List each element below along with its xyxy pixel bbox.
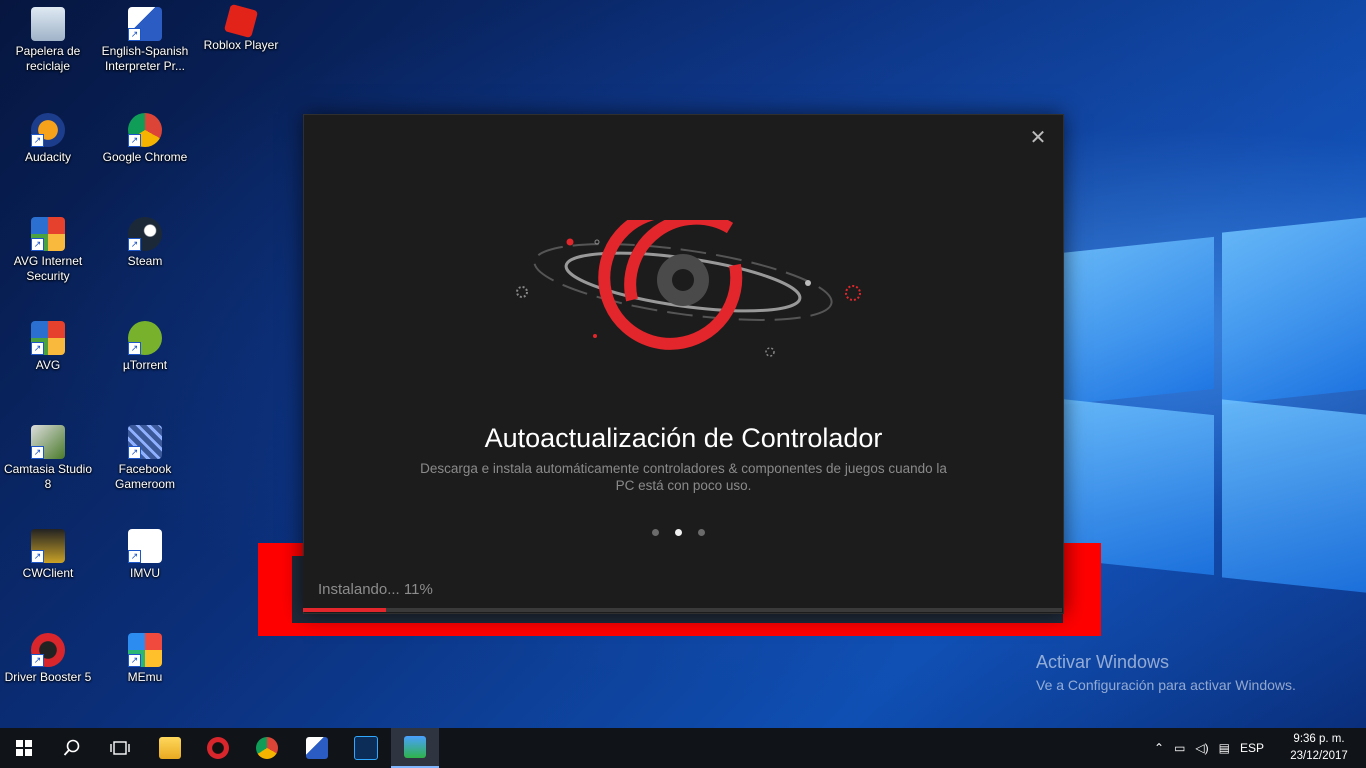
desktop-icon-driver-booster[interactable]: ↗ Driver Booster 5: [1, 633, 95, 685]
particle-dot: [805, 280, 811, 286]
close-button[interactable]: ✕: [1027, 127, 1049, 149]
recycle-bin-icon: [31, 7, 65, 41]
steam-icon: ↗: [128, 217, 162, 251]
desktop-icon-label: Camtasia Studio 8: [3, 462, 93, 491]
desktop-icon-recycle-bin[interactable]: Papelera de reciclaje: [1, 7, 95, 74]
auto-update-illustration: [516, 220, 861, 357]
desktop-icon-avg[interactable]: ↗ AVG: [1, 321, 95, 373]
gear-hole: [672, 269, 694, 291]
chrome-icon: [256, 737, 278, 759]
imvu-icon: ↗: [128, 529, 162, 563]
particle-dot: [566, 238, 574, 246]
desktop-icon-label: MEmu: [127, 670, 163, 684]
desktop-icon-label: Steam: [127, 254, 163, 268]
audacity-icon: ↗: [31, 113, 65, 147]
clock-time: 9:36 p. m.: [1293, 733, 1345, 745]
desktop-icon-label: Driver Booster 5: [4, 670, 92, 684]
carousel-dot[interactable]: [675, 529, 682, 536]
windows-logo-pane: [1222, 217, 1366, 405]
memu-icon: ↗: [128, 633, 162, 667]
taskbar-chrome[interactable]: [243, 728, 291, 768]
sparkle-icon: [845, 285, 861, 301]
clock-date: 23/12/2017: [1290, 750, 1348, 762]
progress-bar-track: [303, 608, 1062, 612]
carousel-dot[interactable]: [652, 529, 659, 536]
installer-icon: [404, 736, 426, 758]
interpreter-icon: [306, 737, 328, 759]
task-view-button[interactable]: [96, 728, 144, 768]
driver-booster-icon: [207, 737, 229, 759]
chevron-up-icon[interactable]: ⌃: [1154, 741, 1164, 755]
progress-bar-fill: [303, 608, 387, 612]
desktop-icon-label: Roblox Player: [203, 38, 279, 52]
desktop-icon-facebook-gameroom[interactable]: ↗ Facebook Gameroom: [98, 425, 192, 492]
task-view-icon: [110, 741, 130, 755]
search-icon: [63, 739, 80, 756]
particle-dot: [593, 334, 597, 338]
taskbar-driver-booster[interactable]: [194, 728, 242, 768]
driver-booster-icon: ↗: [31, 633, 65, 667]
desktop-icon-roblox[interactable]: Roblox Player: [194, 3, 288, 53]
chrome-icon: ↗: [128, 113, 162, 147]
activation-watermark-subtitle: Ve a Configuración para activar Windows.: [1036, 677, 1296, 693]
system-tray: ⌃ ▭ ◁) ▤ ESP: [1154, 728, 1264, 768]
desktop-icon-label: Audacity: [24, 150, 72, 164]
windows-start-icon: [16, 740, 32, 756]
desktop-icon-avg-internet-security[interactable]: ↗ AVG Internet Security: [1, 217, 95, 284]
feature-description: Descarga e instala automáticamente contr…: [420, 461, 947, 493]
search-button[interactable]: [48, 728, 96, 768]
carousel-dots: [652, 529, 705, 536]
close-icon: ✕: [1029, 127, 1047, 149]
desktop-icon-label: Papelera de reciclaje: [15, 44, 81, 73]
desktop-icon-chrome[interactable]: ↗ Google Chrome: [98, 113, 192, 165]
desktop-icon-cwclient[interactable]: ↗ CWClient: [1, 529, 95, 581]
desktop-icon-steam[interactable]: ↗ Steam: [98, 217, 192, 269]
folder-icon: [159, 737, 181, 759]
desktop-icon-label: CWClient: [22, 566, 74, 580]
clock[interactable]: 9:36 p. m. 23/12/2017: [1284, 731, 1354, 765]
install-progress-panel: Instalando... 11%: [303, 556, 1062, 612]
start-button[interactable]: [0, 728, 48, 768]
language-indicator[interactable]: ESP: [1240, 741, 1264, 755]
driver-booster-dialog: ✕ Autoactualización de Controlador Desca…: [303, 114, 1064, 614]
desktop-icon-english-spanish[interactable]: ↗ English-Spanish Interpreter Pr...: [98, 7, 192, 74]
cwclient-icon: ↗: [31, 529, 65, 563]
feature-headline: Autoactualización de Controlador: [484, 423, 883, 453]
avg-icon: ↗: [31, 321, 65, 355]
camtasia-icon: ↗: [31, 425, 65, 459]
desktop-icon-utorrent[interactable]: ↗ µTorrent: [98, 321, 192, 373]
desktop-icon-label: µTorrent: [122, 358, 168, 372]
desktop-icon-label: Google Chrome: [102, 150, 188, 164]
desktop-icon-label: AVG: [35, 358, 61, 372]
notification-icon[interactable]: ▤: [1219, 741, 1230, 755]
taskbar-installer[interactable]: [391, 728, 439, 768]
sparkle-icon: [765, 347, 775, 357]
desktop-icon-label: Facebook Gameroom: [114, 462, 176, 491]
desktop-icon-label: English-Spanish Interpreter Pr...: [101, 44, 189, 73]
desktop-icon-audacity[interactable]: ↗ Audacity: [1, 113, 95, 165]
taskbar-interpreter[interactable]: [293, 728, 341, 768]
desktop-icon-label: AVG Internet Security: [13, 254, 83, 283]
network-icon[interactable]: ▭: [1174, 741, 1185, 755]
interpreter-icon: ↗: [128, 7, 162, 41]
taskbar: ⌃ ▭ ◁) ▤ ESP 9:36 p. m. 23/12/2017: [0, 728, 1366, 768]
taskbar-file-explorer[interactable]: [146, 728, 194, 768]
utorrent-icon: ↗: [128, 321, 162, 355]
volume-icon[interactable]: ◁): [1195, 741, 1208, 755]
desktop-icon-memu[interactable]: ↗ MEmu: [98, 633, 192, 685]
photoshop-icon: [354, 736, 378, 760]
taskbar-photoshop[interactable]: [342, 728, 390, 768]
gameroom-icon: ↗: [128, 425, 162, 459]
sparkle-icon: [516, 286, 528, 298]
windows-logo-pane: [1060, 236, 1214, 406]
desktop-icon-imvu[interactable]: ↗ IMVU: [98, 529, 192, 581]
avg-icon: ↗: [31, 217, 65, 251]
carousel-dot[interactable]: [698, 529, 705, 536]
activation-watermark-title: Activar Windows: [1036, 652, 1170, 672]
progress-label: Instalando... 11%: [318, 581, 433, 598]
roblox-icon: [223, 3, 259, 39]
windows-logo-pane: [1222, 399, 1366, 593]
desktop-icon-camtasia[interactable]: ↗ Camtasia Studio 8: [1, 425, 95, 492]
desktop-icon-label: IMVU: [130, 566, 160, 580]
